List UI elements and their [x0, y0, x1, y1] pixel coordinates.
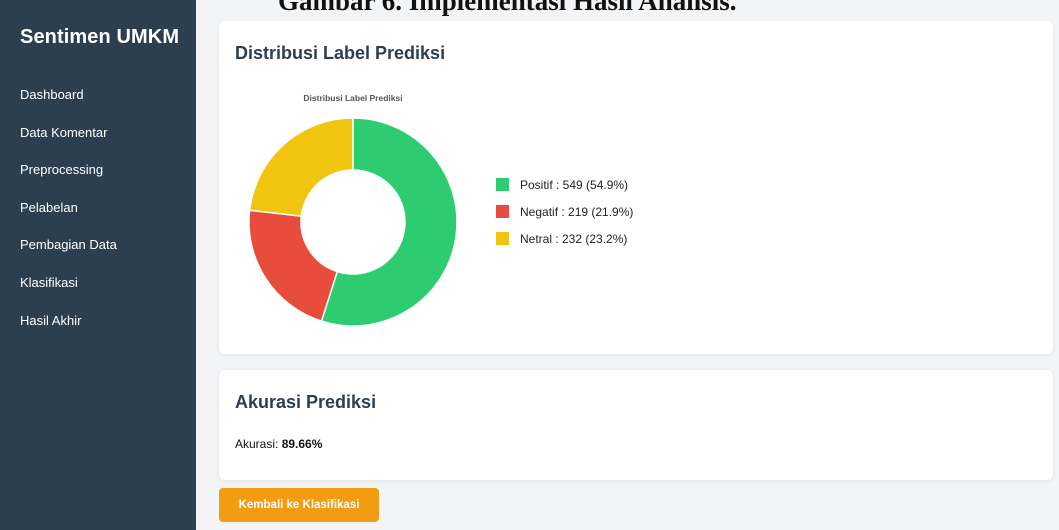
distribution-title: Distribusi Label Prediksi: [235, 43, 446, 63]
sidebar: Sentimen UMKM Dashboard Data Komentar Pr…: [0, 0, 196, 530]
accuracy-value: 89.66%: [281, 437, 323, 451]
donut-slice-netral: [248, 117, 354, 217]
sidebar-item-pembagian-data[interactable]: Pembagian Data: [20, 236, 117, 274]
legend-swatch-negatif: [496, 205, 509, 218]
accuracy-title: Akurasi Prediksi: [235, 392, 377, 412]
figure-caption: Gambar 6. Implementasi Hasil Analisis.: [278, 0, 737, 16]
chart-title: Distribusi Label Prediksi: [303, 93, 403, 103]
legend-item-negatif: Negatif : 219 (21.9%): [496, 198, 633, 225]
legend-swatch-positif: [496, 178, 509, 191]
sidebar-item-hasil-akhir[interactable]: Hasil Akhir: [20, 312, 117, 350]
legend-item-netral: Netral : 232 (23.2%): [496, 225, 633, 252]
accuracy-line: Akurasi: 89.66%: [235, 437, 322, 451]
page: Gambar 6. Implementasi Hasil Analisis. S…: [0, 0, 1059, 530]
accuracy-card: Akurasi Prediksi Akurasi: 89.66%: [219, 370, 1053, 480]
sidebar-item-preprocessing[interactable]: Preprocessing: [20, 161, 117, 199]
sidebar-item-data-komentar[interactable]: Data Komentar: [20, 124, 117, 162]
donut-slice-negatif: [248, 209, 339, 323]
sidebar-item-klasifikasi[interactable]: Klasifikasi: [20, 274, 117, 312]
accuracy-label: Akurasi:: [235, 437, 282, 451]
sidebar-item-dashboard[interactable]: Dashboard: [20, 86, 117, 124]
legend-label-negatif: Negatif : 219 (21.9%): [520, 204, 634, 219]
app-brand: Sentimen UMKM: [20, 26, 180, 48]
sidebar-nav: Dashboard Data Komentar Preprocessing Pe…: [20, 86, 117, 349]
chart-legend: Positif : 549 (54.9%) Negatif : 219 (21.…: [496, 171, 633, 252]
donut-chart: [248, 117, 458, 327]
legend-swatch-netral: [496, 232, 509, 245]
legend-label-positif: Positif : 549 (54.9%): [520, 177, 629, 192]
back-to-klasifikasi-button[interactable]: Kembali ke Klasifikasi: [219, 488, 379, 522]
distribution-card: Distribusi Label Prediksi Distribusi Lab…: [219, 21, 1053, 354]
legend-label-netral: Netral : 232 (23.2%): [520, 231, 628, 246]
sidebar-item-pelabelan[interactable]: Pelabelan: [20, 199, 117, 237]
legend-item-positif: Positif : 549 (54.9%): [496, 171, 633, 198]
